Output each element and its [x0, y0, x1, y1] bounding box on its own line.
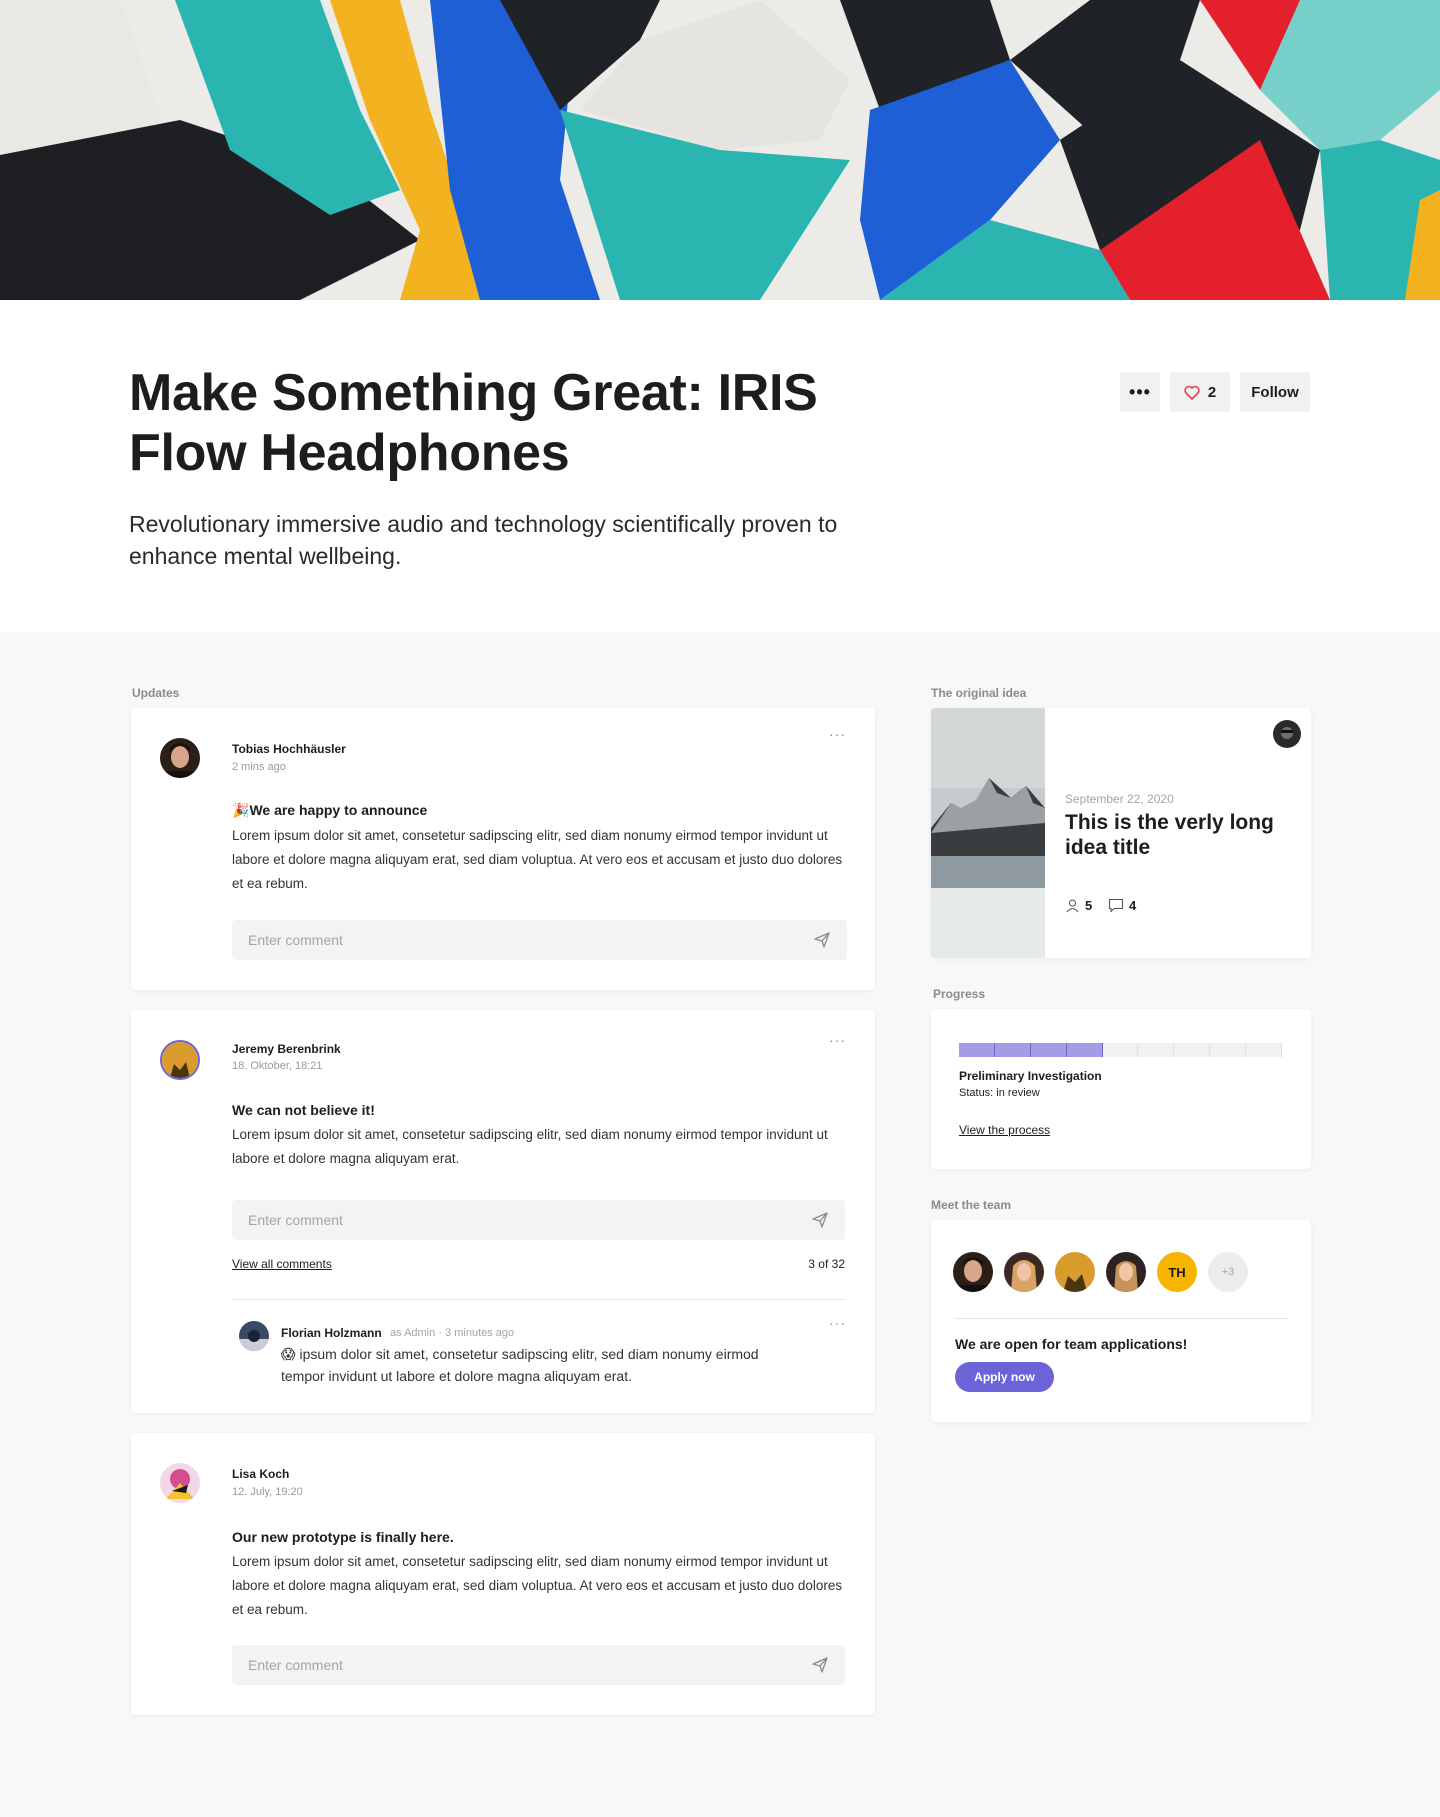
send-icon[interactable] [811, 1211, 829, 1229]
updates-label: Updates [132, 686, 180, 700]
author-name: Tobias Hochhäusler [232, 742, 346, 756]
idea-card[interactable]: September 22, 2020 This is the verly lon… [931, 708, 1311, 958]
progress-status: Status: in review [959, 1087, 1040, 1099]
post-title: We can not believe it! [232, 1102, 375, 1118]
apply-now-button[interactable]: Apply now [955, 1362, 1054, 1392]
more-options-button[interactable]: ••• [1120, 372, 1160, 412]
post-body: Lorem ipsum dolor sit amet, consetetur s… [232, 1127, 828, 1166]
idea-author-avatar [1273, 720, 1301, 748]
post-options-icon[interactable]: ··· [829, 726, 846, 742]
progress-segment [1066, 1043, 1103, 1057]
like-count: 2 [1207, 383, 1217, 401]
progress-bar [959, 1043, 1283, 1057]
comment-input[interactable] [248, 932, 813, 948]
post-time: 2 mins ago [232, 761, 286, 773]
progress-card: Preliminary Investigation Status: in rev… [931, 1009, 1311, 1169]
update-card: Lisa Koch 12. July, 19:20 Our new protot… [131, 1433, 875, 1715]
progress-label: Progress [933, 987, 986, 1001]
post-body: Lorem ipsum dolor sit amet, consetetur s… [232, 828, 843, 891]
post-body: Lorem ipsum dolor sit amet, consetetur s… [232, 1554, 843, 1617]
progress-segment [1246, 1043, 1283, 1057]
page-subtitle: Revolutionary immersive audio and techno… [129, 511, 838, 569]
author-name: Jeremy Berenbrink [232, 1042, 341, 1056]
idea-date: September 22, 2020 [1065, 792, 1174, 806]
team-avatar[interactable] [1055, 1252, 1095, 1292]
follow-button[interactable]: Follow [1240, 372, 1310, 412]
reply-meta: as Admin · 3 minutes ago [390, 1327, 515, 1339]
idea-image [931, 708, 1045, 958]
avatar [160, 738, 200, 778]
team-more-count[interactable]: +3 [1208, 1252, 1248, 1292]
team-avatar[interactable] [1004, 1252, 1044, 1292]
progress-segment [959, 1043, 995, 1057]
comment-field [232, 1645, 845, 1685]
page-title: Make Something Great: IRIS Flow Headphon… [129, 364, 818, 482]
avatar [160, 1463, 200, 1503]
team-avatar[interactable] [953, 1252, 993, 1292]
idea-comments: 4 [1108, 898, 1136, 913]
party-icon: 🎉 [232, 802, 250, 818]
team-card: TH +3 We are open for team applications!… [931, 1220, 1311, 1422]
progress-segment [1138, 1043, 1175, 1057]
idea-members: 5 [1065, 898, 1092, 913]
progress-segment [1102, 1043, 1139, 1057]
comment-icon [1108, 898, 1124, 913]
page-header: Make Something Great: IRIS Flow Headphon… [0, 300, 1440, 632]
divider [954, 1318, 1288, 1319]
divider [232, 1299, 845, 1300]
user-icon [1066, 899, 1079, 913]
post-title: Our new prototype is finally here. [232, 1529, 454, 1545]
reply-time: 3 minutes ago [445, 1327, 515, 1339]
reply-role: as Admin [390, 1327, 436, 1339]
hero-banner [0, 0, 1440, 300]
team-avatars: TH +3 [953, 1252, 1248, 1292]
post-time: 12. July, 19:20 [232, 1486, 303, 1498]
send-icon[interactable] [813, 931, 831, 949]
progress-segment [994, 1043, 1031, 1057]
team-open-text: We are open for team applications! [955, 1336, 1188, 1352]
author-name: Lisa Koch [232, 1467, 290, 1481]
post-options-icon[interactable]: ··· [829, 1032, 846, 1048]
header-actions: ••• 2 Follow [1120, 372, 1310, 412]
avatar [160, 1040, 200, 1080]
comment-input[interactable] [248, 1212, 811, 1228]
reply-options-icon[interactable]: ··· [829, 1315, 846, 1331]
like-button[interactable]: 2 [1170, 372, 1230, 412]
team-label: Meet the team [931, 1198, 1012, 1212]
comment-field [232, 920, 847, 960]
team-avatar-initials[interactable]: TH [1157, 1252, 1197, 1292]
heart-icon [1184, 385, 1200, 400]
comment-field [232, 1200, 845, 1240]
comment-count: 3 of 32 [808, 1257, 845, 1271]
team-avatar[interactable] [1106, 1252, 1146, 1292]
post-time: 18. Oktober, 18:21 [232, 1060, 323, 1072]
idea-title: This is the verly long idea title [1065, 811, 1274, 859]
original-idea-label: The original idea [931, 686, 1027, 700]
update-card: Jeremy Berenbrink 18. Oktober, 18:21 ···… [131, 1010, 875, 1413]
post-title: 🎉We are happy to announce [232, 802, 428, 818]
send-icon[interactable] [811, 1656, 829, 1674]
progress-stage: Preliminary Investigation [959, 1069, 1102, 1083]
progress-segment [1030, 1043, 1067, 1057]
comment-input[interactable] [248, 1657, 811, 1673]
reply-body: 😱 ipsum dolor sit amet, consetetur sadip… [281, 1346, 759, 1384]
reply-avatar [239, 1321, 269, 1351]
update-card: Tobias Hochhäusler 2 mins ago ··· 🎉We ar… [131, 708, 875, 990]
progress-segment [1210, 1043, 1247, 1057]
view-process-link[interactable]: View the process [959, 1123, 1050, 1137]
view-all-comments-link[interactable]: View all comments [232, 1257, 332, 1271]
progress-segment [1174, 1043, 1211, 1057]
reply-author-name: Florian Holzmann [281, 1326, 382, 1340]
